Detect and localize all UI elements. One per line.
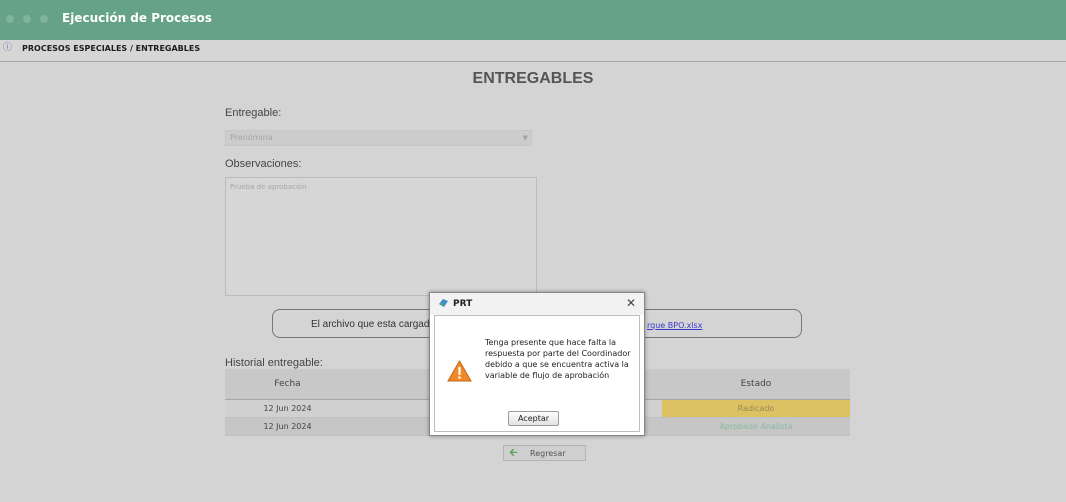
- close-icon[interactable]: ✕: [626, 296, 636, 310]
- chevron-down-icon: ▼: [522, 134, 528, 142]
- dialog-title: PRT: [453, 299, 473, 309]
- cell-estado: Aprobado Analista: [662, 417, 850, 436]
- regresar-label: Regresar: [530, 449, 566, 458]
- entregable-select[interactable]: Prenómina ▼: [225, 130, 532, 146]
- file-info-text: El archivo que esta cargado: [311, 319, 435, 330]
- file-download-link[interactable]: rque BPO.xlsx: [647, 321, 702, 330]
- observaciones-label: Observaciones:: [225, 158, 302, 170]
- window-maximize-dot[interactable]: [40, 15, 48, 23]
- window-titlebar: Ejecución de Procesos: [0, 0, 1066, 40]
- historial-label: Historial entregable:: [225, 357, 323, 369]
- column-header-estado: Estado: [662, 369, 850, 400]
- cell-fecha: 12 Jun 2024: [225, 399, 350, 418]
- observaciones-text: Prueba de aprobación: [230, 183, 307, 191]
- column-header-fecha: Fecha: [225, 369, 350, 400]
- info-icon: ⓘ: [3, 43, 13, 53]
- window-minimize-dot[interactable]: [23, 15, 31, 23]
- alert-dialog: PRT ✕ Tenga presente que hace falta la r…: [429, 292, 645, 436]
- entregable-label: Entregable:: [225, 107, 282, 119]
- arrow-left-icon: 🡰: [509, 446, 518, 459]
- breadcrumb: ⓘ PROCESOS ESPECIALES / ENTREGABLES: [0, 40, 1066, 62]
- dialog-header: PRT ✕: [430, 293, 644, 315]
- entregable-select-value: Prenómina: [230, 133, 273, 142]
- dialog-message: Tenga presente que hace falta la respues…: [485, 338, 631, 380]
- app-title: Ejecución de Procesos: [62, 11, 212, 25]
- regresar-button[interactable]: 🡰 Regresar: [503, 445, 586, 461]
- window-close-dot[interactable]: [6, 15, 14, 23]
- aceptar-button[interactable]: Aceptar: [508, 411, 559, 426]
- observaciones-textarea[interactable]: Prueba de aprobación: [225, 177, 537, 296]
- dialog-body: Tenga presente que hace falta la respues…: [434, 315, 640, 432]
- warning-icon: [447, 360, 472, 382]
- page-title: ENTREGABLES: [472, 70, 594, 87]
- breadcrumb-text: PROCESOS ESPECIALES / ENTREGABLES: [22, 44, 201, 53]
- cell-fecha: 12 Jun 2024: [225, 417, 350, 436]
- app-logo-icon: [439, 299, 448, 307]
- cell-estado: Radicado: [662, 399, 850, 418]
